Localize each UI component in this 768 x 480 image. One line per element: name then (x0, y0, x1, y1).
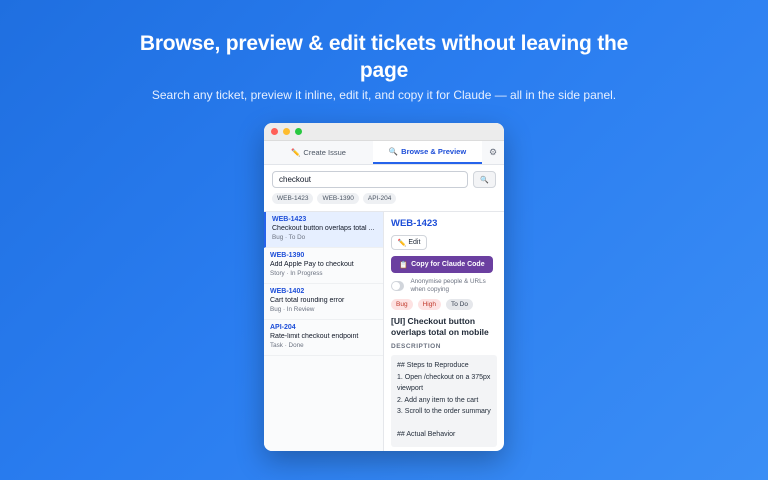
anonymise-row: Anonymise people & URLs when copying (391, 278, 497, 294)
clipboard-icon: 📋 (399, 261, 409, 269)
description-line: 1. Open /checkout on a 375px viewport (397, 373, 491, 393)
content-panes: WEB-1423 Checkout button overlaps total … (264, 211, 504, 451)
minimize-window-button[interactable] (283, 128, 290, 135)
ticket-badges: Bug High To Do (391, 299, 497, 310)
ticket-key: WEB-1423 (272, 216, 307, 223)
recent-chip[interactable]: WEB-1390 (317, 193, 359, 204)
ticket-key: API-204 (270, 324, 296, 331)
tab-create-issue-label: Create Issue (303, 148, 346, 157)
ticket-list: WEB-1423 Checkout button overlaps total … (264, 212, 384, 451)
search-row: 🔍 (264, 165, 504, 188)
ticket-detail: WEB-1423 ✏️ Edit 📋 Copy for Claude Code … (384, 212, 504, 451)
recent-chip[interactable]: API-204 (362, 193, 397, 204)
search-icon: 🔍 (480, 176, 489, 184)
anonymise-toggle[interactable] (391, 281, 405, 291)
window-titlebar (264, 123, 504, 141)
extension-window: ✏️ Create Issue 🔍 Browse & Preview ⚙ 🔍 W… (264, 123, 504, 451)
ticket-list-item[interactable]: API-204 Rate-limit checkout endpoint Tas… (264, 320, 383, 356)
priority-badge: High (417, 299, 441, 310)
anonymise-label: Anonymise people & URLs when copying (410, 278, 486, 293)
search-button[interactable]: 🔍 (473, 171, 496, 188)
description-line (397, 418, 491, 430)
edit-button-label: Edit (408, 239, 421, 246)
maximize-window-button[interactable] (295, 128, 302, 135)
ticket-list-item[interactable]: WEB-1390 Add Apple Pay to checkout Story… (264, 248, 383, 284)
edit-button[interactable]: ✏️ Edit (391, 235, 427, 250)
hero-title: Browse, preview & edit tickets without l… (139, 32, 629, 82)
ticket-title: Checkout button overlaps total ... (272, 225, 375, 232)
description-body: ## Steps to Reproduce 1. Open /checkout … (391, 355, 497, 447)
ticket-title: Rate-limit checkout endpoint (270, 333, 359, 340)
description-line: ## Actual Behavior (397, 431, 456, 438)
ticket-list-item[interactable]: WEB-1423 Checkout button overlaps total … (264, 212, 383, 248)
status-badge: To Do (445, 299, 473, 310)
ticket-list-item[interactable]: WEB-1402 Cart total rounding error Bug ·… (264, 284, 383, 320)
copy-for-claude-button[interactable]: 📋 Copy for Claude Code (391, 256, 493, 273)
tab-create-issue[interactable]: ✏️ Create Issue (264, 141, 373, 164)
ticket-meta: Task · Done (270, 342, 304, 349)
ticket-meta: Story · In Progress (270, 270, 323, 277)
description-line: 2. Add any item to the cart (397, 396, 479, 404)
search-icon: 🔍 (388, 147, 399, 156)
recent-chips: WEB-1423 WEB-1390 API-204 (264, 188, 504, 208)
ticket-title: Cart total rounding error (270, 297, 345, 304)
ticket-key: WEB-1390 (270, 252, 305, 259)
gear-icon: ⚙ (488, 147, 498, 157)
recent-chip[interactable]: WEB-1423 (272, 193, 314, 204)
ticket-meta: Bug · In Review (270, 306, 315, 313)
tab-browse-preview-label: Browse & Preview (401, 147, 467, 156)
tab-bar: ✏️ Create Issue 🔍 Browse & Preview ⚙ (264, 141, 504, 165)
ticket-meta: Bug · To Do (272, 234, 306, 241)
copy-button-label: Copy for Claude Code (411, 261, 485, 268)
hero-subtitle: Search any ticket, preview it inline, ed… (151, 88, 617, 102)
pencil-icon: ✏️ (397, 239, 407, 247)
pencil-icon: ✏️ (291, 148, 301, 157)
ticket-title: Add Apple Pay to checkout (270, 261, 354, 268)
close-window-button[interactable] (271, 128, 278, 135)
description-label: DESCRIPTION (391, 343, 441, 350)
tab-browse-preview[interactable]: 🔍 Browse & Preview (373, 141, 482, 164)
search-input[interactable] (272, 171, 468, 188)
description-line: 3. Scroll to the order summary (397, 408, 491, 415)
ticket-key: WEB-1402 (270, 288, 305, 295)
description-line: ## Steps to Reproduce (397, 362, 469, 369)
detail-ticket-title: [UI] Checkout button overlaps total on m… (391, 316, 489, 337)
settings-button[interactable]: ⚙ (482, 141, 504, 164)
type-badge: Bug (391, 299, 413, 310)
detail-ticket-key[interactable]: WEB-1423 (391, 218, 497, 229)
